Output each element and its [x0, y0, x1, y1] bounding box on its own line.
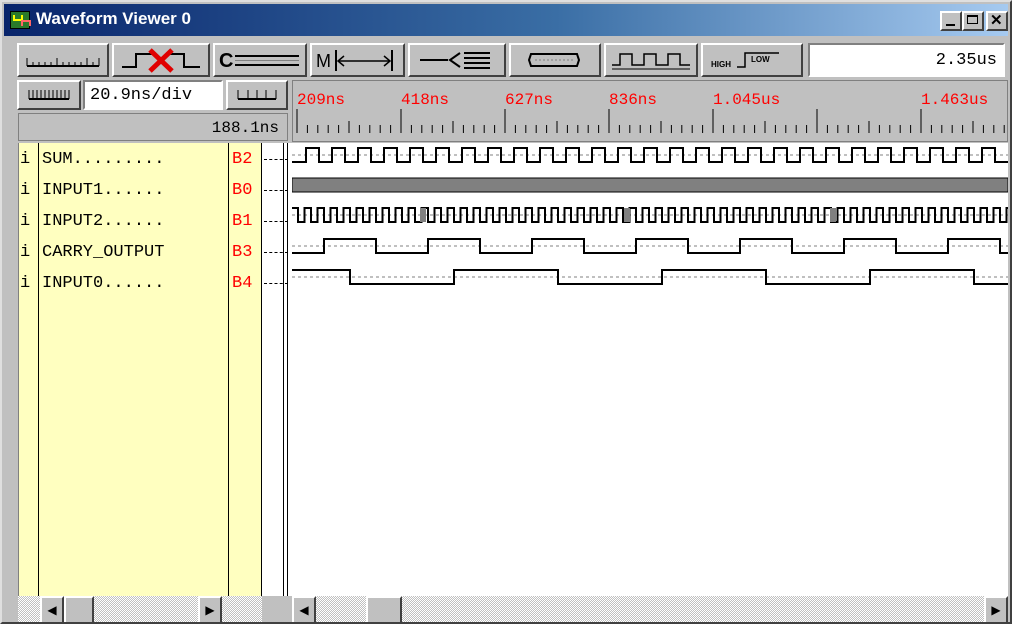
input-flag: i — [20, 212, 31, 231]
clock-button[interactable] — [604, 43, 698, 77]
zoom-out-button[interactable] — [226, 80, 288, 110]
bus-button[interactable] — [509, 43, 601, 77]
ruler-button[interactable] — [17, 43, 109, 77]
input2-glitch — [420, 208, 426, 222]
row-dash — [264, 221, 288, 222]
ruler-icon — [26, 58, 100, 67]
waveform-viewer-window: Waveform Viewer 0 C — [0, 0, 1012, 624]
scroll-right-button[interactable]: ▶ — [198, 596, 222, 622]
input-flag: i — [20, 150, 31, 169]
scroll-left-button[interactable]: ◀ — [40, 596, 64, 622]
waveform-area[interactable] — [291, 143, 1009, 596]
signal-name: SUM......... — [42, 150, 165, 169]
signal-list-icon — [420, 52, 490, 69]
signal-ref: B4 — [232, 274, 253, 293]
time-ruler[interactable]: 209ns 418ns 627ns 836ns 1.045us 1.463us — [292, 80, 1008, 142]
signal-name: INPUT2...... — [42, 212, 165, 231]
signal-ref: B1 — [232, 212, 253, 231]
zoom-out-ruler-icon — [237, 90, 277, 100]
scroll-thumb[interactable] — [366, 596, 402, 622]
input-flag: i — [20, 274, 31, 293]
signal-row-sum[interactable]: i SUM......... B2 — [18, 147, 298, 173]
signal-ref: B2 — [232, 150, 253, 169]
signal-list-button[interactable] — [408, 43, 506, 77]
row-dash — [264, 190, 288, 191]
title-bar[interactable]: Waveform Viewer 0 — [4, 4, 1008, 36]
input2-glitch — [624, 208, 630, 222]
name-pane-scrollbar[interactable]: ◀ ▶ — [18, 596, 262, 622]
delete-signal-icon — [122, 48, 200, 73]
scroll-right-button[interactable]: ▶ — [984, 596, 1008, 622]
maximize-button[interactable] — [962, 11, 984, 31]
row-dash — [264, 252, 288, 253]
ruler-ticks — [296, 109, 1005, 133]
signal-row-input2[interactable]: i INPUT2...... B1 — [18, 209, 298, 235]
high-low-button[interactable]: HIGH LOW — [701, 43, 803, 77]
window-title: Waveform Viewer 0 — [36, 9, 191, 28]
signal-name: INPUT1...... — [42, 181, 165, 200]
scroll-thumb[interactable] — [64, 596, 94, 622]
close-button[interactable] — [986, 11, 1008, 31]
time-field[interactable]: 2.35us — [808, 43, 1005, 77]
cursor-c-button[interactable]: C — [213, 43, 307, 77]
signal-row-input1[interactable]: i INPUT1...... B0 — [18, 178, 298, 204]
zoom-in-button[interactable] — [17, 80, 81, 110]
bus-icon — [527, 53, 581, 67]
clock-wave-icon — [612, 53, 690, 70]
scroll-left-button[interactable]: ◀ — [292, 596, 316, 622]
input-flag: i — [20, 243, 31, 262]
delete-marker-button[interactable] — [112, 43, 210, 77]
row-dash — [264, 159, 288, 160]
svg-text:HIGH: HIGH — [711, 60, 731, 69]
zoom-in-ruler-icon — [28, 90, 70, 100]
scale-field[interactable]: 20.9ns/div — [83, 80, 223, 110]
waveform-scrollbar[interactable]: ◀ ▶ — [292, 596, 1008, 622]
waveform-app-icon — [10, 11, 31, 29]
high-low-icon: HIGH LOW — [711, 52, 779, 69]
signal-row-input0[interactable]: i INPUT0...... B4 — [18, 271, 298, 297]
waveform-plot[interactable] — [291, 143, 1009, 596]
row-dash — [264, 283, 288, 284]
svg-text:C: C — [219, 50, 233, 72]
svg-text:M: M — [316, 51, 331, 71]
svg-text:LOW: LOW — [751, 55, 770, 64]
signal-ref: B0 — [232, 181, 253, 200]
signal-row-carry-output[interactable]: i CARRY_OUTPUT B3 — [18, 240, 298, 266]
cursor-c-icon: C — [219, 50, 299, 72]
signal-name: INPUT0...... — [42, 274, 165, 293]
signal-ref: B3 — [232, 243, 253, 262]
minimize-button[interactable] — [940, 11, 962, 31]
marker-m-button[interactable]: M — [310, 43, 405, 77]
input2-glitch — [830, 208, 836, 222]
signal-name: CARRY_OUTPUT — [42, 243, 165, 262]
input1-wave — [291, 177, 1009, 193]
cursor-time: 188.1ns — [18, 113, 288, 141]
input-flag: i — [20, 181, 31, 200]
marker-m-icon: M — [316, 50, 393, 71]
